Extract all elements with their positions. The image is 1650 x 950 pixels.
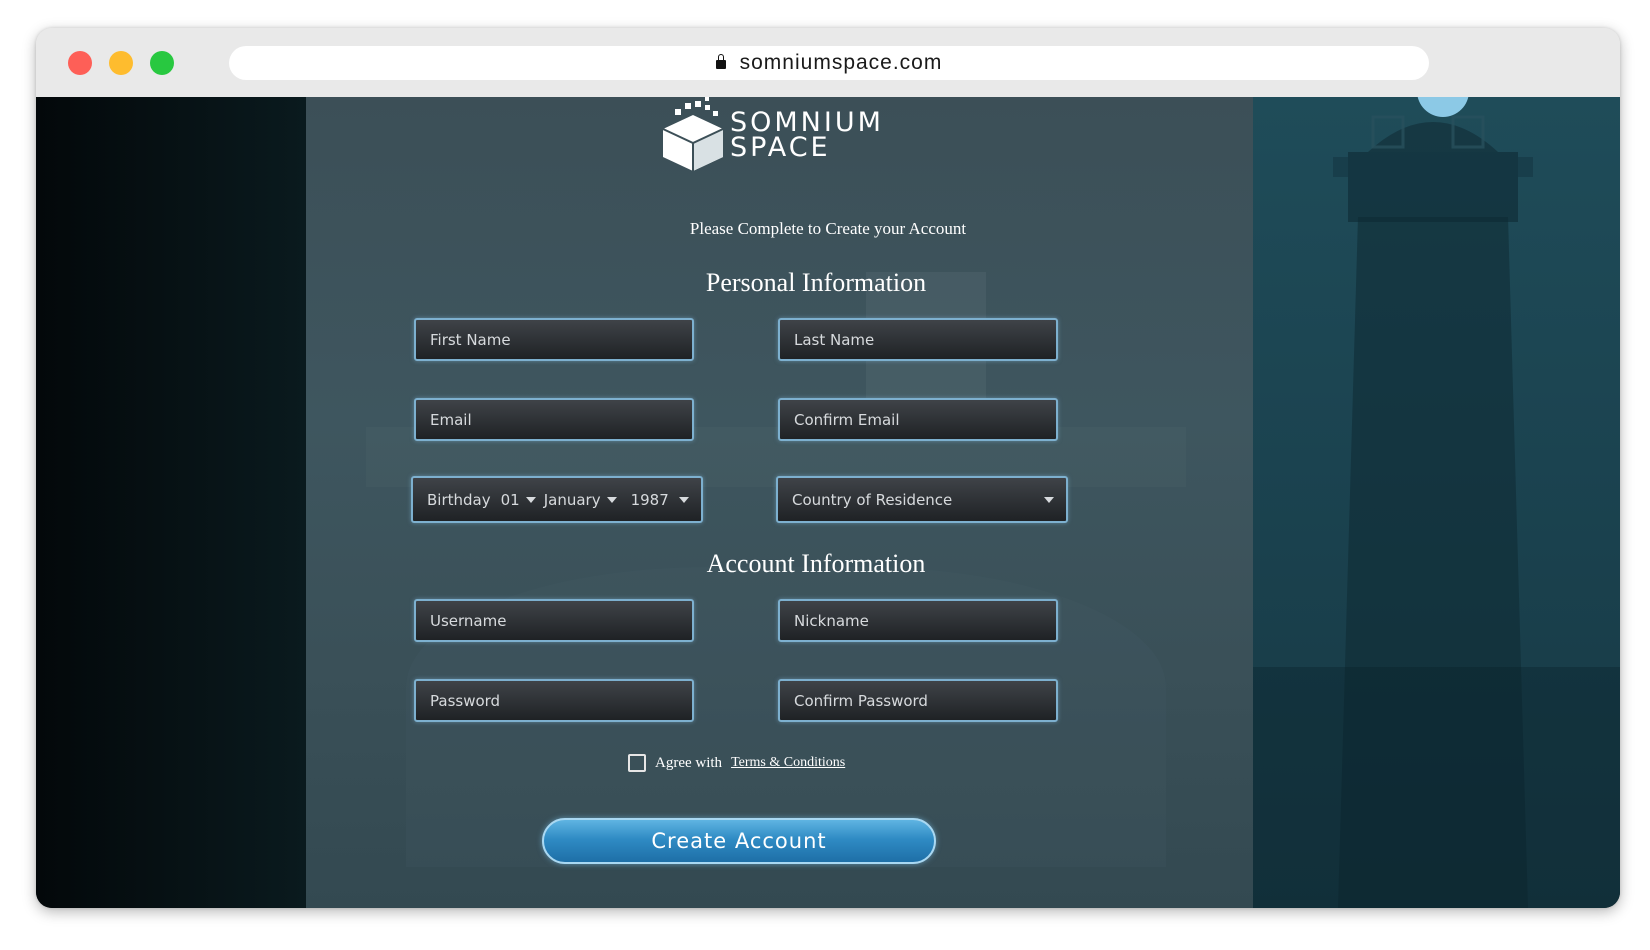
nickname-input[interactable] [794, 611, 1056, 630]
minimize-window-button[interactable] [109, 51, 133, 75]
browser-titlebar: somniumspace.com [36, 28, 1620, 97]
password-field[interactable] [414, 679, 694, 722]
last-name-field[interactable] [778, 318, 1058, 361]
country-select-value: Country of Residence [792, 490, 953, 509]
username-field[interactable] [414, 599, 694, 642]
confirm-email-input[interactable] [794, 410, 1056, 429]
maximize-window-button[interactable] [150, 51, 174, 75]
country-select[interactable]: Country of Residence [776, 476, 1068, 523]
account-info-heading: Account Information [706, 549, 926, 578]
chevron-down-icon [1044, 496, 1054, 503]
lock-icon [715, 54, 726, 69]
birthday-field: Birthday 01 January 1987 [411, 476, 703, 523]
chevron-down-icon [525, 496, 536, 503]
password-input[interactable] [430, 691, 692, 710]
birthday-month-select[interactable]: January [544, 491, 631, 509]
birthday-year-value: 1987 [630, 490, 669, 509]
terms-agreement-row: Agree with Terms & Conditions [628, 754, 845, 772]
nickname-field[interactable] [778, 599, 1058, 642]
url-text: somniumspace.com [739, 51, 943, 74]
somnium-space-logo: SOMNIUM SPACE [661, 97, 901, 177]
email-input[interactable] [430, 410, 692, 429]
page-viewport: SOMNIUM SPACE Please Complete to Create … [36, 97, 1620, 908]
address-bar[interactable]: somniumspace.com [229, 46, 1429, 80]
confirm-email-field[interactable] [778, 398, 1058, 441]
first-name-field[interactable] [414, 318, 694, 361]
birthday-year-select[interactable]: 1987 [631, 491, 701, 509]
personal-info-heading: Personal Information [705, 268, 927, 297]
close-window-button[interactable] [68, 51, 92, 75]
terms-conditions-link[interactable]: Terms & Conditions [731, 755, 845, 771]
chevron-down-icon [606, 496, 617, 503]
logo-line-2: SPACE [730, 132, 831, 163]
birthday-label: Birthday [427, 490, 491, 509]
logo-text: SOMNIUM SPACE [730, 109, 884, 163]
username-input[interactable] [430, 611, 692, 630]
cube-logo-icon [662, 97, 724, 171]
form-subtitle: Please Complete to Create your Account [689, 219, 967, 238]
birthday-month-value: January [543, 490, 601, 509]
email-field[interactable] [414, 398, 694, 441]
first-name-input[interactable] [430, 330, 692, 349]
birthday-day-value: 01 [500, 490, 520, 509]
browser-window: somniumspace.com SOMNIUM SPACE Please Co… [36, 28, 1620, 908]
birthday-day-select[interactable]: 01 [501, 491, 544, 509]
agree-terms-checkbox[interactable] [628, 754, 646, 772]
chevron-down-icon [679, 496, 689, 503]
confirm-password-field[interactable] [778, 679, 1058, 722]
last-name-input[interactable] [794, 330, 1056, 349]
agree-label: Agree with [655, 754, 723, 771]
confirm-password-input[interactable] [794, 691, 1056, 710]
create-account-button[interactable]: Create Account [542, 818, 936, 864]
